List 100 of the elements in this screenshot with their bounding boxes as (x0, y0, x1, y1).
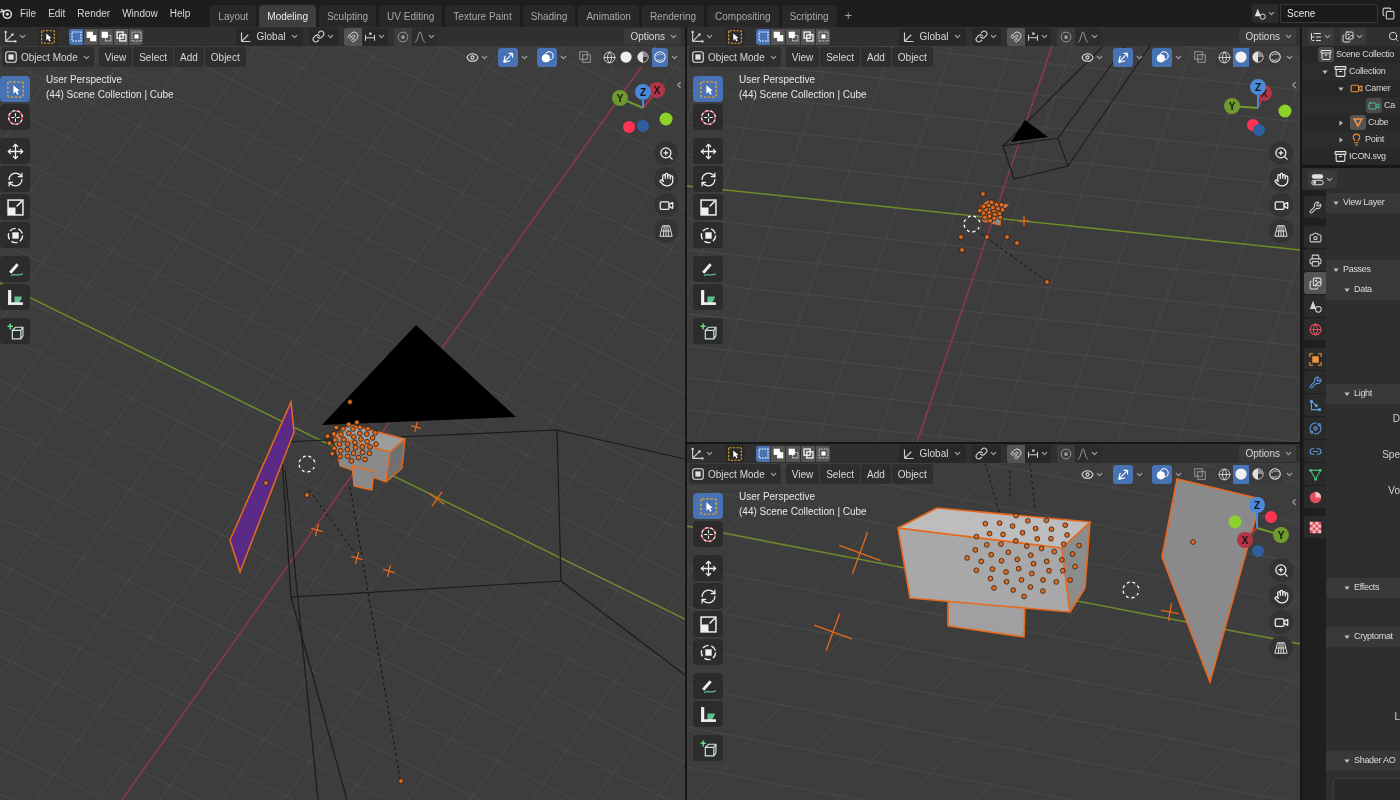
select-tool-button[interactable] (38, 27, 58, 46)
menu-item[interactable]: Edit (42, 4, 72, 23)
camera-view-button[interactable] (654, 193, 678, 217)
display-mode-dropdown[interactable] (1308, 28, 1334, 45)
select-mode-button[interactable] (771, 445, 785, 462)
workspace-tab[interactable]: Compositing (707, 5, 779, 27)
menu-item[interactable]: Help (163, 4, 197, 23)
mode-dropdown[interactable]: Object Mode (2, 47, 94, 67)
tool-button[interactable] (693, 735, 723, 761)
properties-tab[interactable] (1304, 371, 1326, 393)
properties-tab[interactable] (1304, 348, 1326, 370)
tool-button[interactable] (693, 284, 723, 310)
shading-mode-button[interactable] (652, 47, 668, 67)
workspace-tab[interactable]: Sculpting (318, 5, 377, 27)
select-mode-button[interactable] (99, 28, 113, 45)
select-mode-button[interactable] (69, 28, 83, 45)
y-axis-handle[interactable]: Y (1224, 98, 1259, 114)
tool-button[interactable] (0, 318, 30, 344)
negative-x-handle[interactable] (623, 121, 635, 133)
tool-button[interactable] (693, 673, 723, 699)
header-menu[interactable]: Object (891, 47, 933, 67)
snap-target-dropdown[interactable] (1025, 27, 1052, 46)
select-mode-button[interactable] (816, 445, 830, 462)
pan-button[interactable] (1269, 167, 1293, 191)
negative-y-handle[interactable] (659, 112, 673, 126)
tool-button[interactable] (693, 104, 723, 130)
tool-button[interactable] (0, 76, 30, 102)
header-menu[interactable]: Select (820, 47, 860, 67)
workspace-tab[interactable]: Shading (522, 5, 576, 27)
orientation-dropdown[interactable]: Global (898, 444, 967, 463)
tool-button[interactable] (693, 493, 723, 519)
properties-tab[interactable] (1304, 486, 1326, 508)
tool-button[interactable] (0, 194, 30, 220)
shading-mode-button[interactable] (1233, 47, 1249, 67)
tool-button[interactable] (693, 318, 723, 344)
properties-tab[interactable] (1304, 516, 1326, 538)
overlay-toggle[interactable] (1152, 464, 1172, 484)
mode-dropdown[interactable]: Object Mode (689, 464, 781, 484)
pan-button[interactable] (654, 167, 678, 191)
menu-item[interactable]: Render (71, 4, 117, 23)
header-menu[interactable]: View (785, 464, 820, 484)
perspective-toggle-button[interactable] (1269, 636, 1293, 660)
select-mode-button[interactable] (756, 28, 770, 45)
zoom-button[interactable] (654, 141, 678, 165)
properties-tab[interactable] (1304, 463, 1326, 485)
header-menu[interactable]: Object (204, 47, 246, 67)
tool-button[interactable] (693, 555, 723, 581)
tool-button[interactable] (693, 583, 723, 609)
tool-button[interactable] (693, 222, 723, 248)
workspace-tab[interactable]: Layout (210, 5, 257, 27)
tool-button[interactable] (693, 611, 723, 637)
header-menu[interactable]: Select (820, 464, 860, 484)
tool-button[interactable] (0, 284, 30, 310)
negative-x-handle[interactable] (1265, 511, 1277, 523)
gizmo-toggle[interactable] (498, 47, 518, 67)
properties-tab[interactable] (1304, 272, 1326, 294)
negative-z-handle[interactable] (1253, 124, 1265, 136)
select-mode-button[interactable] (114, 28, 128, 45)
shading-mode-button[interactable] (1216, 47, 1232, 67)
select-mode-button[interactable] (816, 28, 830, 45)
panel-header[interactable]: Passes (1326, 260, 1400, 280)
proportional-toggle[interactable] (394, 27, 413, 46)
select-mode-button[interactable] (786, 28, 800, 45)
tool-button[interactable] (693, 521, 723, 547)
select-tool-button[interactable] (725, 444, 745, 463)
tool-button[interactable] (0, 166, 30, 192)
filter-dropdown[interactable] (1340, 28, 1366, 45)
negative-z-handle[interactable] (1252, 545, 1264, 557)
panel-header[interactable]: Shader AO (1326, 751, 1400, 771)
chevron-left-icon[interactable] (1289, 80, 1299, 90)
tool-button[interactable] (693, 639, 723, 665)
zoom-button[interactable] (1269, 558, 1293, 582)
properties-tab[interactable] (1304, 440, 1326, 462)
editor-type-button[interactable] (1308, 170, 1337, 188)
negative-z-handle[interactable] (637, 120, 649, 132)
properties-tab[interactable] (1304, 196, 1326, 218)
snap-toggle[interactable] (1007, 444, 1026, 463)
orientation-dropdown[interactable]: Global (898, 27, 967, 46)
search-icon[interactable] (1388, 31, 1399, 42)
tool-button[interactable] (693, 256, 723, 282)
pivot-dropdown[interactable] (972, 27, 1002, 46)
outliner-row[interactable]: Point (1302, 131, 1400, 148)
properties-tab[interactable] (1304, 394, 1326, 416)
tool-button[interactable] (693, 194, 723, 220)
overlay-toggle[interactable] (1152, 47, 1172, 67)
pivot-dropdown[interactable] (309, 27, 339, 46)
tool-button[interactable] (0, 222, 30, 248)
shading-mode-button[interactable] (1216, 464, 1232, 484)
tool-button[interactable] (0, 138, 30, 164)
gizmo-toggle[interactable] (1113, 47, 1133, 67)
workspace-tab[interactable]: UV Editing (379, 5, 443, 27)
outliner-row[interactable]: Ca (1302, 97, 1400, 114)
options-dropdown[interactable]: Options (623, 28, 681, 45)
tool-button[interactable] (0, 104, 30, 130)
header-menu[interactable]: Select (133, 47, 173, 67)
properties-tab[interactable] (1304, 417, 1326, 439)
overlay-toggle[interactable] (537, 47, 557, 67)
properties-tab[interactable] (1304, 226, 1326, 248)
select-mode-button[interactable] (84, 28, 98, 45)
workspace-tab[interactable]: Texture Paint (445, 5, 520, 27)
